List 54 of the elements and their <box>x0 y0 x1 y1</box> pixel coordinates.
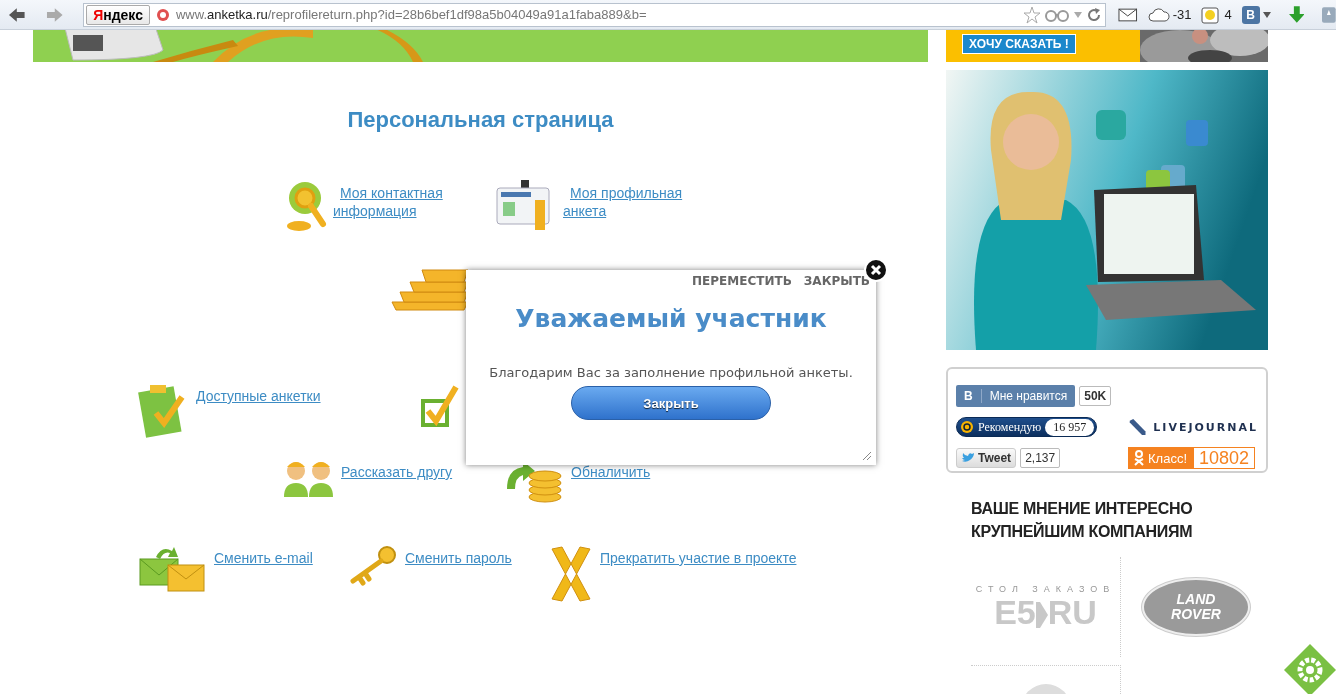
mail-icon[interactable] <box>1118 7 1138 22</box>
site-icon <box>155 7 170 22</box>
dialog-action[interactable]: ЗАКРЫТЬ <box>803 274 870 288</box>
back-icon[interactable] <box>8 6 26 23</box>
bird-icon <box>961 452 975 464</box>
url-text: www.anketka.ru/reprofilereturn.php?id=28b6bef1df98a5b04049a91a1faba889&b= <box>175 7 648 22</box>
partner-logo[interactable]: LAND ROVER <box>1142 578 1250 636</box>
caret-icon[interactable] <box>1262 11 1271 18</box>
person-icon <box>1134 450 1144 466</box>
download-icon[interactable] <box>1288 5 1305 24</box>
tweet-count: 2,137 <box>1020 448 1061 468</box>
livejournal-button[interactable]: LIVEJOURNAL <box>1128 416 1258 438</box>
like-count: 50K <box>1079 386 1112 406</box>
sun-icon[interactable] <box>1201 5 1222 24</box>
menu-link[interactable]: Доступные анкетки <box>196 387 321 405</box>
recommend-count: 16 957 <box>1045 418 1095 436</box>
at-icon <box>960 420 974 434</box>
dialog-message: Благодарим Вас за заполнение профильной анкеты. <box>489 365 853 380</box>
key-icon <box>347 545 399 589</box>
star-icon[interactable] <box>1023 5 1042 24</box>
menu-link[interactable]: Прекратить участие в проекте <box>600 549 797 567</box>
reload-icon[interactable] <box>1087 7 1102 22</box>
section-heading: ВАШЕ МНЕНИЕ ИНТЕРЕСНО КРУПНЕЙШИМ КОМПАНИЯМ <box>971 499 1194 542</box>
dialog-action[interactable]: ПЕРЕМЕСТИТЬ <box>692 274 792 288</box>
tweet-button[interactable]: Tweet <box>956 448 1017 468</box>
menu-link[interactable]: Рассказать другу <box>341 463 453 481</box>
ad-banner[interactable]: ХОЧУ СКАЗАТЬ ! <box>946 30 1268 62</box>
notification-count[interactable]: 4 <box>1224 7 1232 22</box>
like-button[interactable]: В Мне нравится <box>956 385 1076 407</box>
pencil-icon <box>1128 416 1148 438</box>
page-title: Персональная страница <box>346 108 615 132</box>
menu-link[interactable]: Сменить e-mail <box>214 549 313 567</box>
two-people-icon <box>283 459 335 499</box>
menu-link[interactable]: Моя профильная анкета <box>563 184 687 220</box>
cloud-icon[interactable] <box>1147 7 1170 22</box>
x-mark-icon <box>548 545 594 603</box>
recommend-button[interactable]: Рекомендую 16 957 <box>956 417 1098 437</box>
envelopes-icon <box>138 545 208 593</box>
dialog-title: Уважаемый участник <box>515 304 827 333</box>
menu-link[interactable]: Обналичить <box>571 463 651 481</box>
address-bar[interactable]: Яндекс www.anketka.ru/reprofilereturn.php?id=28b6bef1df98a5b04049a91a1faba889&b= <box>83 2 1107 27</box>
banner-button[interactable]: ХОЧУ СКАЗАТЬ ! <box>962 34 1076 54</box>
close-button[interactable]: Закрыть <box>571 386 771 420</box>
forward-icon[interactable] <box>45 6 64 23</box>
menu-link[interactable]: Сменить пароль <box>405 549 512 567</box>
vk-button[interactable]: В <box>1241 5 1260 24</box>
class-count: 10802 <box>1193 447 1256 469</box>
resize-grip-icon[interactable] <box>862 451 872 461</box>
weather-text[interactable]: -31 <box>1172 7 1192 22</box>
globe-magnifier-icon <box>285 180 327 232</box>
class-button[interactable]: Класс! <box>1128 447 1193 469</box>
menu-link[interactable]: Моя контактная информация <box>333 184 457 220</box>
search-engine-button[interactable]: Яндекс <box>86 4 150 25</box>
glasses-icon[interactable] <box>1045 7 1070 22</box>
